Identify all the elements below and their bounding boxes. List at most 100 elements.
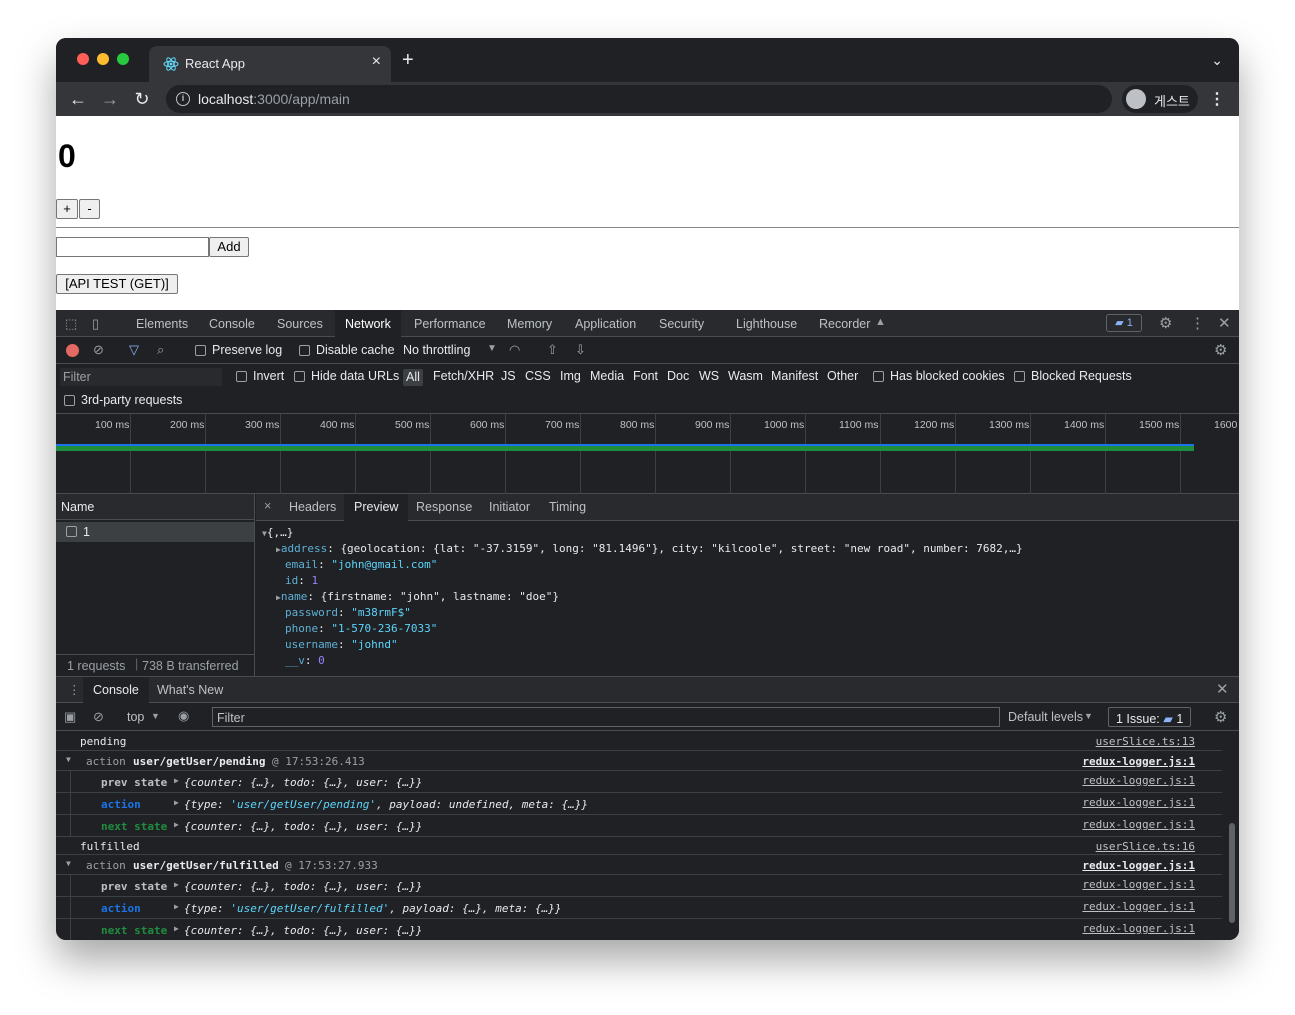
console-group-header[interactable]: ▼ action user/getUser/pending @ 17:53:26… xyxy=(56,751,1222,771)
invert-checkbox[interactable] xyxy=(236,371,247,382)
source-link[interactable]: redux-logger.js:1 xyxy=(1082,818,1195,831)
source-link[interactable]: userSlice.ts:13 xyxy=(1096,735,1195,748)
type-filter-css[interactable]: CSS xyxy=(525,369,551,383)
close-detail-icon[interactable]: × xyxy=(264,499,271,513)
tab-preview[interactable]: Preview xyxy=(344,494,409,521)
object-preview[interactable]: {type: 'user/getUser/fulfilled', payload… xyxy=(184,902,562,915)
close-drawer-icon[interactable]: ✕ xyxy=(1216,680,1229,698)
new-tab-button[interactable]: + xyxy=(402,50,414,70)
close-devtools-icon[interactable]: ✕ xyxy=(1218,314,1231,332)
type-filter-font[interactable]: Font xyxy=(633,369,658,383)
third-party-checkbox[interactable] xyxy=(64,395,75,406)
type-filter-img[interactable]: Img xyxy=(560,369,581,383)
tab-recorder[interactable]: Recorder xyxy=(819,317,870,331)
settings-gear-icon[interactable]: ⚙ xyxy=(1159,314,1172,332)
export-har-icon[interactable]: ⇩ xyxy=(575,342,586,358)
back-button[interactable]: ← xyxy=(67,88,89,110)
name-column-header[interactable]: Name xyxy=(56,494,254,520)
browser-tab[interactable]: React App × xyxy=(149,46,391,82)
source-link[interactable]: redux-logger.js:1 xyxy=(1082,878,1195,891)
request-row[interactable]: 1 xyxy=(56,522,254,542)
tab-console[interactable]: Console xyxy=(209,317,255,331)
zoom-window-button[interactable] xyxy=(117,53,129,65)
browser-menu-icon[interactable]: ⋮ xyxy=(1209,89,1225,109)
tab-network[interactable]: Network xyxy=(335,310,401,337)
console-clear-icon[interactable]: ⊘ xyxy=(93,709,104,725)
source-link[interactable]: redux-logger.js:1 xyxy=(1082,859,1195,872)
type-filter-wasm[interactable]: Wasm xyxy=(728,369,763,383)
more-options-icon[interactable]: ⋮ xyxy=(1190,314,1205,332)
network-conditions-icon[interactable]: ◠ xyxy=(509,342,520,358)
tab-performance[interactable]: Performance xyxy=(414,317,486,331)
tab-headers[interactable]: Headers xyxy=(289,500,336,514)
live-expression-eye-icon[interactable]: ◉ xyxy=(178,708,189,724)
drawer-menu-icon[interactable]: ⋮ xyxy=(68,682,81,697)
context-select[interactable]: top xyxy=(127,710,144,724)
object-preview[interactable]: {counter: {…}, todo: {…}, user: {…}} xyxy=(184,820,422,833)
tab-initiator[interactable]: Initiator xyxy=(489,500,530,514)
tab-memory[interactable]: Memory xyxy=(507,317,552,331)
device-toolbar-icon[interactable]: ▯ xyxy=(92,316,99,332)
json-name-row[interactable]: ▶name: {firstname: "john", lastname: "do… xyxy=(276,590,559,603)
object-preview[interactable]: {counter: {…}, todo: {…}, user: {…}} xyxy=(184,880,422,893)
disable-cache-checkbox[interactable] xyxy=(299,345,310,356)
todo-input[interactable] xyxy=(56,237,209,257)
object-preview[interactable]: {counter: {…}, todo: {…}, user: {…}} xyxy=(184,924,422,937)
hide-data-urls-checkbox[interactable] xyxy=(294,371,305,382)
network-timeline[interactable]: 100 ms 200 ms 300 ms 400 ms 500 ms 600 m… xyxy=(56,414,1239,494)
reload-button[interactable]: ↻ xyxy=(131,88,153,110)
tab-elements[interactable]: Elements xyxy=(136,317,188,331)
tab-timing[interactable]: Timing xyxy=(549,500,586,514)
has-blocked-cookies-checkbox[interactable] xyxy=(873,371,884,382)
console-group-header[interactable]: ▼ action user/getUser/fulfilled @ 17:53:… xyxy=(56,855,1222,875)
type-filter-manifest[interactable]: Manifest xyxy=(771,369,818,383)
close-window-button[interactable] xyxy=(77,53,89,65)
tab-lighthouse[interactable]: Lighthouse xyxy=(736,317,797,331)
profile-button[interactable]: 게스트 xyxy=(1122,85,1198,113)
source-link[interactable]: redux-logger.js:1 xyxy=(1082,796,1195,809)
type-filter-all[interactable]: All xyxy=(403,369,423,386)
type-filter-js[interactable]: JS xyxy=(501,369,516,383)
log-levels-select[interactable]: Default levels xyxy=(1008,710,1083,724)
tab-response[interactable]: Response xyxy=(416,500,472,514)
type-filter-ws[interactable]: WS xyxy=(699,369,719,383)
type-filter-other[interactable]: Other xyxy=(827,369,858,383)
tab-sources[interactable]: Sources xyxy=(277,317,323,331)
preserve-log-checkbox[interactable] xyxy=(195,345,206,356)
minimize-window-button[interactable] xyxy=(97,53,109,65)
site-info-icon[interactable]: i xyxy=(176,92,190,106)
console-settings-gear-icon[interactable]: ⚙ xyxy=(1214,708,1227,726)
json-address-row[interactable]: ▶address: {geolocation: {lat: "-37.3159"… xyxy=(276,542,1023,555)
chevron-down-icon[interactable]: ▼ xyxy=(151,711,160,721)
source-link[interactable]: redux-logger.js:1 xyxy=(1082,900,1195,913)
clear-icon[interactable]: ⊘ xyxy=(93,342,104,358)
console-scrollbar[interactable] xyxy=(1227,731,1237,940)
type-filter-fetch[interactable]: Fetch/XHR xyxy=(433,369,494,383)
type-filter-media[interactable]: Media xyxy=(590,369,624,383)
console-filter-input[interactable]: Filter xyxy=(212,707,1000,727)
decrement-button[interactable]: - xyxy=(79,199,100,219)
network-settings-gear-icon[interactable]: ⚙ xyxy=(1214,341,1227,359)
object-preview[interactable]: {counter: {…}, todo: {…}, user: {…}} xyxy=(184,776,422,789)
type-filter-doc[interactable]: Doc xyxy=(667,369,689,383)
network-filter-input[interactable]: Filter xyxy=(60,368,222,386)
api-test-button[interactable]: [API TEST (GET)] xyxy=(56,274,178,294)
scrollbar-thumb[interactable] xyxy=(1229,823,1235,923)
throttling-select[interactable]: No throttling xyxy=(403,343,470,357)
increment-button[interactable]: + xyxy=(56,199,78,219)
console-sidebar-icon[interactable]: ▣ xyxy=(64,709,76,725)
source-link[interactable]: redux-logger.js:1 xyxy=(1082,774,1195,787)
json-root[interactable]: ▼{,…} xyxy=(262,526,293,539)
drawer-tab-console[interactable]: Console xyxy=(83,677,149,703)
blocked-requests-checkbox[interactable] xyxy=(1014,371,1025,382)
record-button[interactable] xyxy=(66,344,79,357)
close-tab-icon[interactable]: × xyxy=(372,53,381,71)
chevron-down-icon[interactable]: ▼ xyxy=(487,343,497,354)
tab-application[interactable]: Application xyxy=(575,317,636,331)
source-link[interactable]: redux-logger.js:1 xyxy=(1082,922,1195,935)
import-har-icon[interactable]: ⇧ xyxy=(547,342,558,358)
filter-icon[interactable]: ▽ xyxy=(129,342,139,358)
search-icon[interactable]: ⌕ xyxy=(157,342,164,358)
tab-search-chevron-icon[interactable]: ⌄ xyxy=(1211,52,1223,69)
object-preview[interactable]: {type: 'user/getUser/pending', payload: … xyxy=(184,798,588,811)
